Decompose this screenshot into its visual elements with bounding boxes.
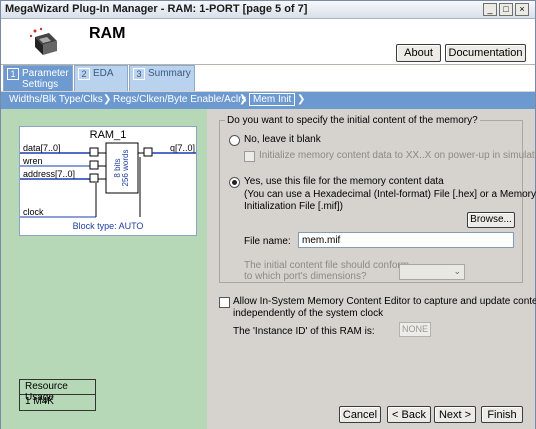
megawizard-window: MegaWizard Plug-In Manager - RAM: 1-PORT… xyxy=(0,0,536,429)
init-xx-checkbox[interactable] xyxy=(244,151,255,162)
minimize-button[interactable]: _ xyxy=(483,3,497,16)
tab-eda[interactable]: 2 EDA xyxy=(74,65,128,91)
close-button[interactable]: × xyxy=(515,3,529,16)
tab-label: Summary xyxy=(148,68,191,79)
finish-button[interactable]: Finish xyxy=(481,406,523,423)
port-data: data[7..0] xyxy=(23,143,61,153)
next-button[interactable]: Next > xyxy=(434,406,476,423)
breadcrumb-widths[interactable]: Widths/Blk Type/Clks xyxy=(9,94,103,105)
port-q: q[7..0] xyxy=(170,143,195,153)
tab-label: EDA xyxy=(93,68,114,79)
tab-number: 3 xyxy=(133,68,145,80)
conform-label-line1: The initial content file should conform xyxy=(244,260,410,271)
back-button[interactable]: < Back xyxy=(387,406,431,423)
cancel-button[interactable]: Cancel xyxy=(339,406,381,423)
tab-parameter-settings[interactable]: 1 Parameter Settings xyxy=(3,65,73,91)
tab-number: 1 xyxy=(7,68,19,80)
diagram-title: RAM_1 xyxy=(90,129,127,141)
breadcrumb-mem-init[interactable]: Mem Init xyxy=(249,93,296,106)
port-wren: wren xyxy=(22,156,43,166)
mem-depth-label: 256 words xyxy=(121,150,130,187)
chevron-right-icon: ❯ xyxy=(239,94,248,105)
resource-usage-box: Resource Usage 1 M4K xyxy=(19,379,96,411)
resource-usage-header: Resource Usage xyxy=(20,380,95,403)
init-xx-label: Initialize memory content data to XX..X … xyxy=(259,150,536,161)
chevron-right-icon: ❯ xyxy=(297,94,306,105)
documentation-button[interactable]: Documentation xyxy=(445,44,526,62)
title-bar: MegaWizard Plug-In Manager - RAM: 1-PORT… xyxy=(1,1,535,19)
port-clock: clock xyxy=(23,207,44,217)
use-file-hint-line1: (You can use a Hexadecimal (Intel-format… xyxy=(244,189,536,200)
use-file-label[interactable]: Yes, use this file for the memory conten… xyxy=(244,176,444,187)
page-title: RAM xyxy=(89,25,126,42)
resource-usage-value: 1 M4K xyxy=(25,396,54,407)
chevron-right-icon: ❯ xyxy=(103,94,112,105)
breadcrumb: Widths/Blk Type/Clks ❯ Regs/Clken/Byte E… xyxy=(1,92,535,109)
wizard-header: RAM About Documentation xyxy=(1,19,535,65)
insystem-editor-checkbox[interactable] xyxy=(219,297,230,308)
tab-summary[interactable]: 3 Summary xyxy=(129,65,195,91)
chevron-down-icon: ⌄ xyxy=(453,266,461,276)
instance-id-field[interactable]: NONE xyxy=(399,322,431,337)
tab-label-line2: Settings xyxy=(22,79,59,90)
file-name-input[interactable]: mem.mif xyxy=(298,232,514,248)
file-name-label: File name: xyxy=(244,236,291,247)
port-address: address[7..0] xyxy=(23,169,75,179)
ram-block-schematic: RAM_1 data[7..0] wren address[7..0] cloc… xyxy=(20,129,196,231)
block-type-label: Block type: AUTO xyxy=(73,221,144,231)
breadcrumb-regs[interactable]: Regs/Clken/Byte Enable/Aclrs xyxy=(113,94,246,105)
maximize-button[interactable]: □ xyxy=(499,3,513,16)
insystem-editor-label[interactable]: Allow In-System Memory Content Editor to… xyxy=(233,296,536,307)
wizard-tabs: 1 Parameter Settings 2 EDA 3 Summary xyxy=(1,65,535,91)
tab-number: 2 xyxy=(78,68,90,80)
instance-id-label: The 'Instance ID' of this RAM is: xyxy=(233,326,375,337)
about-button[interactable]: About xyxy=(396,44,441,62)
memory-init-question: Do you want to specify the initial conte… xyxy=(225,115,480,126)
insystem-editor-label-line2: independently of the system clock xyxy=(233,308,384,319)
window-title: MegaWizard Plug-In Manager - RAM: 1-PORT… xyxy=(5,3,308,15)
ram-block-diagram: RAM_1 data[7..0] wren address[7..0] cloc… xyxy=(19,126,197,236)
conform-label-line2: to which port's dimensions? xyxy=(244,271,367,282)
tab-label: Parameter xyxy=(22,68,69,79)
conform-port-select[interactable]: ⌄ xyxy=(399,264,465,280)
leave-blank-label[interactable]: No, leave it blank xyxy=(244,134,321,145)
leave-blank-radio[interactable] xyxy=(229,135,240,146)
megawizard-logo-icon xyxy=(29,27,57,55)
browse-button[interactable]: Browse... xyxy=(467,212,515,228)
use-file-hint-line2: Initialization File [.mif]) xyxy=(244,201,343,212)
use-file-radio[interactable] xyxy=(229,177,240,188)
